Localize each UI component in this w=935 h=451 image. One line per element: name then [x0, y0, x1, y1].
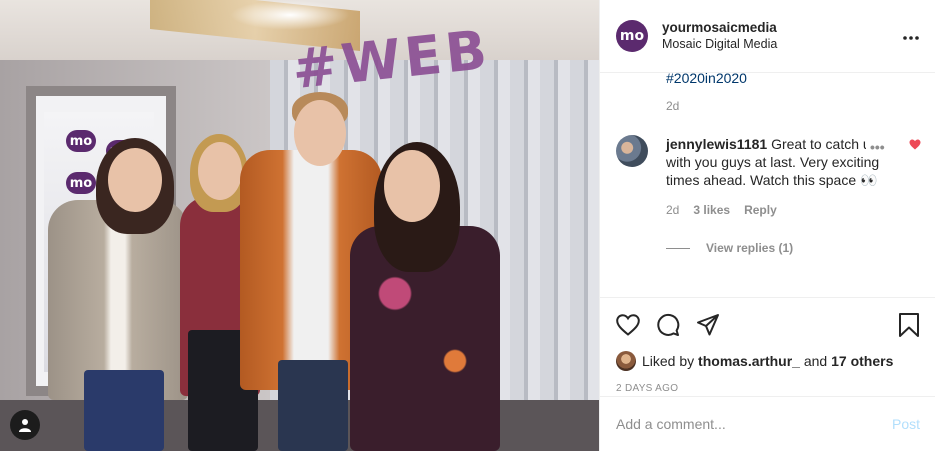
commenter-avatar[interactable] [616, 135, 648, 167]
comment-time[interactable]: 2d [666, 201, 679, 219]
likes-others[interactable]: 17 others [831, 353, 893, 369]
view-replies-label: View replies (1) [706, 241, 794, 255]
likes-prefix: Liked by [642, 353, 695, 369]
comment-likes[interactable]: 3 likes [693, 201, 730, 219]
like-button[interactable] [616, 305, 656, 345]
comment-input[interactable] [616, 416, 892, 432]
post-date[interactable]: 2 DAYS AGO [616, 383, 920, 394]
comment-like-button[interactable] [909, 137, 921, 153]
comment-options-button[interactable]: ••• [866, 139, 889, 155]
post-photo[interactable]: mo mo mo mo #WEB [0, 0, 599, 451]
account-username[interactable]: yourmosaicmedia [662, 19, 777, 36]
comment-body: jennylewis1181 Great to catch up with yo… [666, 135, 896, 219]
heart-icon [616, 314, 640, 336]
more-horizontal-icon [903, 36, 919, 40]
comments-list[interactable]: #2020in2020 2d jennylewis1181 Great to c… [600, 73, 935, 297]
photo-light [230, 0, 350, 30]
caption-hashtag[interactable]: #2020in2020 [666, 73, 920, 86]
caption-timestamp[interactable]: 2d [666, 99, 920, 113]
comment-meta: 2d 3 likes Reply [666, 201, 896, 219]
more-options-button[interactable] [903, 27, 919, 45]
comment-button[interactable] [656, 305, 696, 345]
share-button[interactable] [696, 305, 736, 345]
photo-mo-logo: mo [66, 130, 96, 152]
likes-joiner: and [803, 353, 828, 369]
tagged-users-button[interactable] [10, 410, 40, 440]
save-button[interactable] [880, 305, 920, 345]
comment-reply-button[interactable]: Reply [744, 201, 777, 219]
post-header: mo yourmosaicmedia Mosaic Digital Media [600, 0, 935, 73]
person-icon [19, 419, 31, 432]
comment-username[interactable]: jennylewis1181 [666, 136, 767, 152]
likes-summary: Liked by thomas.arthur_ and 17 others [616, 351, 920, 371]
replies-divider [666, 247, 690, 249]
comment-icon [657, 313, 680, 336]
send-icon [697, 314, 719, 336]
post-actions: Liked by thomas.arthur_ and 17 others 2 … [600, 297, 935, 394]
photo-mo-logo: mo [66, 172, 96, 194]
add-comment-bar: Post [600, 396, 935, 451]
bookmark-icon [899, 313, 919, 337]
post-details-pane: mo yourmosaicmedia Mosaic Digital Media … [599, 0, 935, 451]
action-icons [616, 306, 920, 344]
view-replies-button[interactable]: View replies (1) [666, 241, 920, 255]
account-avatar[interactable]: mo [616, 20, 648, 52]
account-subtitle[interactable]: Mosaic Digital Media [662, 36, 777, 53]
comment-item: jennylewis1181 Great to catch up with yo… [616, 135, 921, 219]
post-comment-button[interactable]: Post [892, 416, 920, 432]
heart-filled-icon [909, 139, 921, 150]
likes-user[interactable]: thomas.arthur_ [698, 353, 800, 369]
account-info: yourmosaicmedia Mosaic Digital Media [662, 19, 777, 53]
liker-avatar[interactable] [616, 351, 636, 371]
